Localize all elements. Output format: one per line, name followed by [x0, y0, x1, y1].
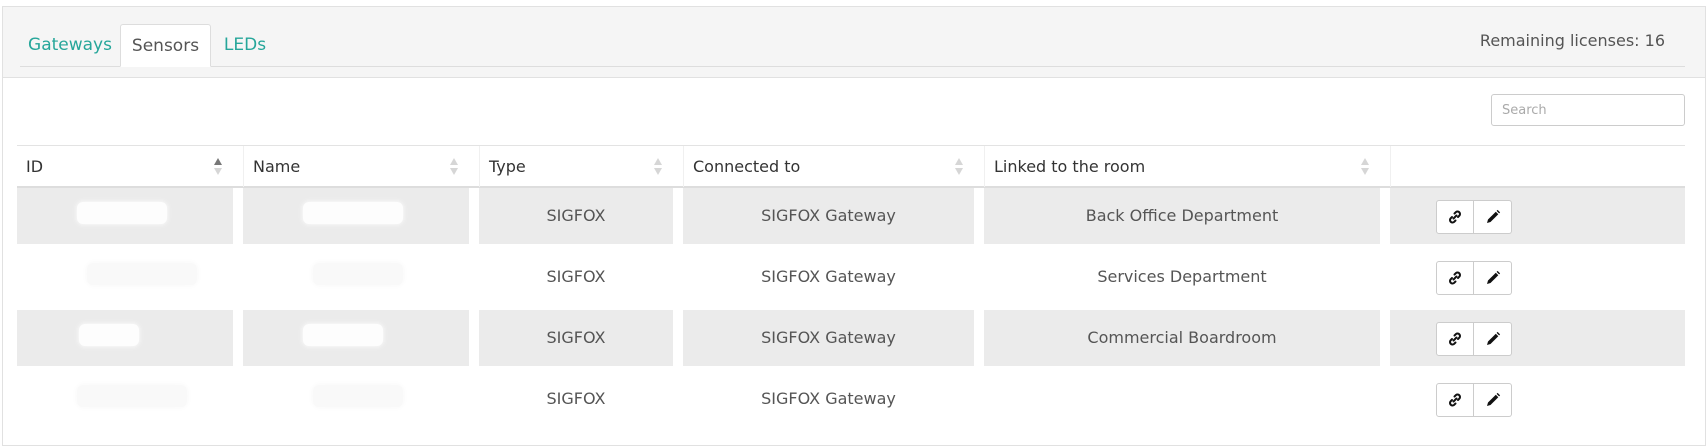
sort-icon: [450, 158, 459, 176]
edit-button[interactable]: [1474, 322, 1512, 356]
column-header-actions: [1390, 146, 1685, 187]
sort-icon: [654, 158, 663, 176]
edit-button[interactable]: [1474, 200, 1512, 234]
pencil-icon: [1486, 209, 1500, 223]
column-label: Name: [253, 157, 301, 176]
tab-header: Gateways Sensors LEDs Remaining licenses…: [3, 7, 1705, 78]
column-label: Type: [489, 157, 526, 176]
cell-type: SIGFOX: [479, 371, 673, 427]
cell-actions: [1390, 188, 1685, 244]
column-header-linked-room[interactable]: Linked to the room: [984, 146, 1380, 187]
cell-linked-room: Back Office Department: [984, 188, 1380, 244]
column-label: Linked to the room: [994, 157, 1146, 176]
column-header-id[interactable]: ID: [17, 146, 233, 187]
cell-actions: [1390, 371, 1685, 427]
sensors-table: ID Name Type Connected to Linked to the …: [17, 145, 1685, 432]
cell-id: [17, 371, 233, 427]
table-row: SIGFOX SIGFOX Gateway Commercial Boardroom: [17, 310, 1685, 371]
link-button[interactable]: [1436, 383, 1474, 417]
cell-connected-to: SIGFOX Gateway: [683, 310, 974, 366]
link-icon: [1449, 210, 1461, 224]
table-row: SIGFOX SIGFOX Gateway: [17, 371, 1685, 432]
cell-name: [243, 188, 469, 244]
sort-icon: [1361, 158, 1370, 176]
table-row: SIGFOX SIGFOX Gateway Services Department: [17, 249, 1685, 310]
cell-linked-room: Commercial Boardroom: [984, 310, 1380, 366]
cell-connected-to: SIGFOX Gateway: [683, 371, 974, 427]
redacted-value: [77, 202, 167, 224]
redacted-value: [313, 385, 403, 407]
cell-actions: [1390, 310, 1685, 366]
row-actions: [1436, 200, 1512, 234]
cell-id: [17, 249, 233, 305]
cell-type: SIGFOX: [479, 310, 673, 366]
tab-sensors[interactable]: Sensors: [120, 24, 211, 67]
link-icon: [1449, 271, 1461, 285]
redacted-value: [87, 263, 197, 285]
cell-type: SIGFOX: [479, 188, 673, 244]
row-actions: [1436, 383, 1512, 417]
row-actions: [1436, 322, 1512, 356]
redacted-value: [303, 324, 383, 346]
link-button[interactable]: [1436, 261, 1474, 295]
link-icon: [1449, 393, 1461, 407]
cell-id: [17, 310, 233, 366]
cell-actions: [1390, 249, 1685, 305]
row-actions: [1436, 261, 1512, 295]
cell-connected-to: SIGFOX Gateway: [683, 188, 974, 244]
edit-button[interactable]: [1474, 383, 1512, 417]
tab-gateways[interactable]: Gateways: [20, 24, 120, 67]
table-body: SIGFOX SIGFOX Gateway Back Office Departme…: [17, 188, 1685, 432]
table-row: SIGFOX SIGFOX Gateway Back Office Departme…: [17, 188, 1685, 249]
column-label: Connected to: [693, 157, 801, 176]
cell-id: [17, 188, 233, 244]
sort-icon: [955, 158, 964, 176]
pencil-icon: [1486, 392, 1500, 406]
cell-type: SIGFOX: [479, 249, 673, 305]
pencil-icon: [1486, 270, 1500, 284]
tab-leds[interactable]: LEDs: [213, 24, 277, 67]
redacted-value: [313, 263, 403, 285]
redacted-value: [79, 324, 139, 346]
cell-linked-room: Services Department: [984, 249, 1380, 305]
cell-name: [243, 371, 469, 427]
cell-linked-room: [984, 371, 1380, 427]
cell-connected-to: SIGFOX Gateway: [683, 249, 974, 305]
column-header-type[interactable]: Type: [479, 146, 673, 187]
link-button[interactable]: [1436, 200, 1474, 234]
link-button[interactable]: [1436, 322, 1474, 356]
sort-ascending-icon: [214, 158, 223, 176]
edit-button[interactable]: [1474, 261, 1512, 295]
search-input[interactable]: [1491, 94, 1685, 126]
redacted-value: [303, 202, 403, 224]
redacted-value: [77, 385, 187, 407]
column-label: ID: [26, 157, 44, 176]
table-header: ID Name Type Connected to Linked to the …: [17, 145, 1685, 188]
column-header-name[interactable]: Name: [243, 146, 469, 187]
cell-name: [243, 310, 469, 366]
link-icon: [1449, 332, 1461, 346]
pencil-icon: [1486, 331, 1500, 345]
cell-name: [243, 249, 469, 305]
remaining-licenses: Remaining licenses: 16: [1479, 31, 1665, 50]
column-header-connected-to[interactable]: Connected to: [683, 146, 974, 187]
